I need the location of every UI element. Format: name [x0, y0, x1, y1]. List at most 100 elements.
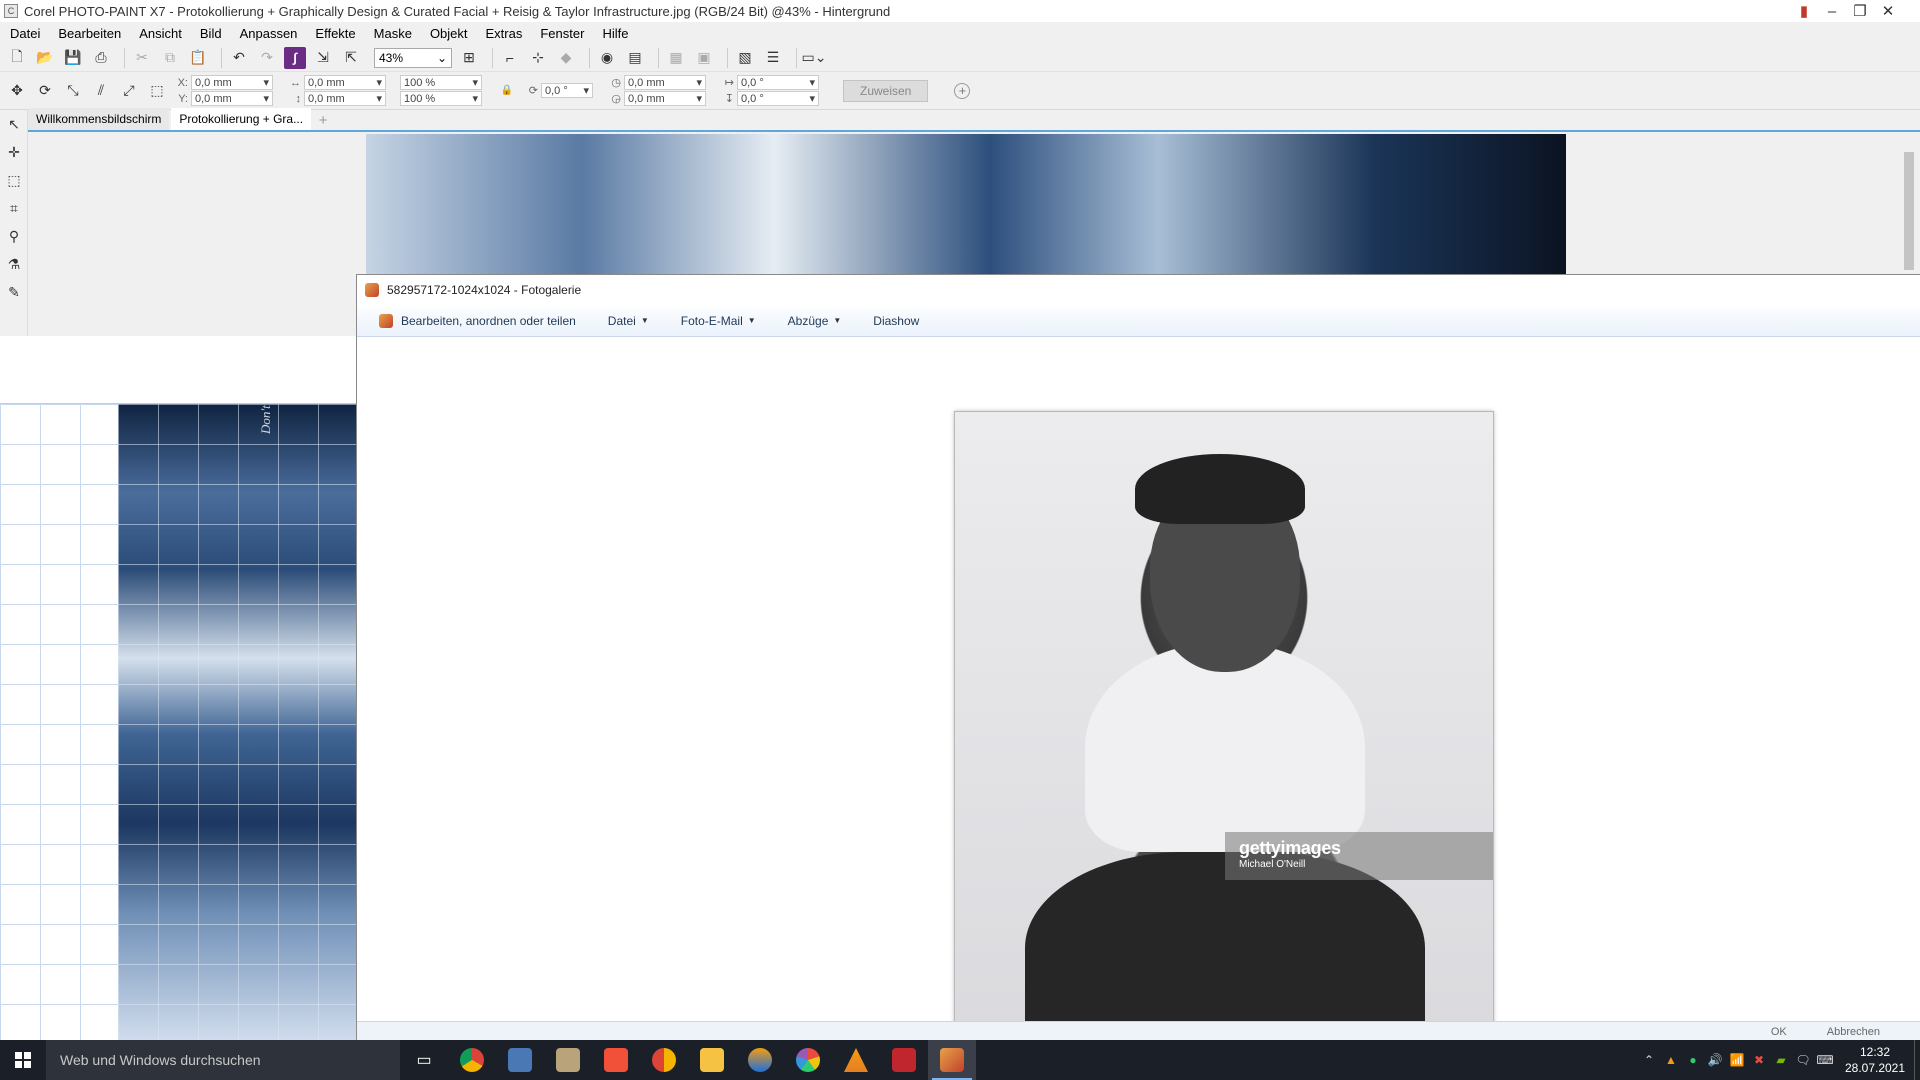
rotate-input[interactable]: 0,0 ° ▾ — [541, 83, 593, 98]
undo-icon[interactable]: ↶ — [228, 47, 250, 69]
corel-connect-icon[interactable]: ∫ — [284, 46, 306, 69]
print-icon[interactable]: ⎙ — [90, 47, 112, 69]
spinner-icon[interactable]: ▾ — [376, 92, 382, 105]
object-combine-icon[interactable]: ▣ — [693, 47, 715, 69]
spinner-icon[interactable]: ▾ — [263, 92, 269, 105]
import-icon[interactable]: ⇲ — [312, 47, 334, 69]
center-x-input[interactable]: 0,0 mm ▾ — [624, 75, 706, 90]
displayed-photo[interactable]: gettyimages Michael O'Neill 582957172 — [954, 411, 1494, 1077]
export-icon[interactable]: ⇱ — [340, 47, 362, 69]
corel-app-icon[interactable]: C — [4, 4, 18, 18]
show-desktop-button[interactable] — [1914, 1040, 1920, 1080]
menu-anpassen[interactable]: Anpassen — [240, 26, 298, 41]
menu-hilfe[interactable]: Hilfe — [602, 26, 628, 41]
open-folder-icon[interactable]: 📂 — [34, 47, 56, 69]
spinner-icon[interactable]: ▾ — [376, 76, 382, 89]
spinner-icon[interactable]: ▾ — [696, 92, 702, 105]
skew-x-input[interactable]: 0,0 ° ▾ — [737, 75, 819, 90]
taskbar-photo-app[interactable] — [544, 1040, 592, 1080]
taskbar-file-explorer[interactable] — [688, 1040, 736, 1080]
network-icon[interactable]: 📶 — [1726, 1053, 1748, 1067]
account-icon[interactable]: ▮ — [1790, 0, 1818, 22]
object-picker-icon[interactable]: ▦ — [665, 47, 687, 69]
taskbar-vlc[interactable] — [832, 1040, 880, 1080]
file-menu-button[interactable]: Datei ▼ — [608, 314, 649, 328]
menu-ansicht[interactable]: Ansicht — [139, 26, 182, 41]
skew-y-input[interactable]: 0,0 ° ▾ — [737, 91, 819, 106]
assign-button[interactable]: Zuweisen — [843, 79, 929, 102]
menu-fenster[interactable]: Fenster — [540, 26, 584, 41]
zoom-tool-icon[interactable]: ⚲ — [3, 228, 25, 250]
transform-tool-icon[interactable]: ✛ — [3, 144, 25, 166]
spinner-icon[interactable]: ▾ — [263, 76, 269, 89]
tab-welcome[interactable]: Willkommensbildschirm — [28, 108, 170, 130]
prints-button[interactable]: Abzüge ▼ — [788, 314, 842, 328]
spinner-icon[interactable]: ▾ — [583, 84, 589, 97]
snap-icon[interactable]: ◆ — [555, 47, 577, 69]
zoom-fit-icon[interactable]: ⊞ — [458, 47, 480, 69]
menu-objekt[interactable]: Objekt — [430, 26, 468, 41]
menu-effekte[interactable]: Effekte — [315, 26, 355, 41]
nvidia-tray-icon[interactable]: ▰ — [1770, 1053, 1792, 1067]
antivirus-tray-icon[interactable]: ✖ — [1748, 1053, 1770, 1067]
copy-icon[interactable]: ⧉ — [159, 47, 181, 69]
vlc-tray-icon[interactable]: ▲ — [1660, 1053, 1682, 1067]
scale-x-input[interactable]: 100 % ▾ — [400, 75, 482, 90]
eyedropper-tool-icon[interactable]: ⚗ — [3, 256, 25, 278]
y-position-input[interactable]: 0,0 mm ▾ — [191, 91, 273, 106]
launcher-icon[interactable]: ▭⌄ — [802, 47, 827, 69]
vertical-scrollbar[interactable] — [1898, 134, 1920, 274]
taskbar-photo-gallery[interactable] — [928, 1040, 976, 1080]
menu-maske[interactable]: Maske — [374, 26, 412, 41]
distort-transform-icon[interactable]: ⤢ — [118, 80, 140, 102]
taskbar-clock[interactable]: 12:32 28.07.2021 — [1840, 1044, 1910, 1076]
taskbar-camera-app[interactable] — [880, 1040, 928, 1080]
x-position-input[interactable]: 0,0 mm ▾ — [191, 75, 273, 90]
minimize-button[interactable]: – — [1818, 0, 1846, 22]
save-icon[interactable]: 💾 — [62, 47, 84, 69]
perspective-transform-icon[interactable]: ⬚ — [146, 80, 168, 102]
new-tab-icon[interactable]: + — [313, 110, 333, 130]
menu-datei[interactable]: Datei — [10, 26, 40, 41]
tab-current-document[interactable]: Protokollierung + Gra... — [171, 108, 312, 130]
scale-transform-icon[interactable]: ⤡ — [62, 80, 84, 102]
mask-visible-icon[interactable]: ◉ — [596, 47, 618, 69]
edit-organize-share-button[interactable]: Bearbeiten, anordnen oder teilen — [379, 313, 576, 328]
zoom-level-select[interactable]: 43% ⌄ — [374, 47, 452, 68]
center-y-input[interactable]: 0,0 mm ▾ — [624, 91, 706, 106]
menu-bearbeiten[interactable]: Bearbeiten — [58, 26, 121, 41]
spinner-icon[interactable]: ▾ — [809, 76, 815, 89]
taskbar-swift-app[interactable] — [592, 1040, 640, 1080]
keyboard-icon[interactable]: ⌨ — [1814, 1053, 1836, 1067]
scrollbar-thumb[interactable] — [1904, 152, 1914, 270]
paste-icon[interactable]: 📋 — [187, 47, 209, 69]
slideshow-button[interactable]: Diashow — [873, 314, 919, 328]
pick-tool-icon[interactable]: ↖ — [3, 116, 25, 138]
rectangle-mask-tool-icon[interactable]: ⬚ — [3, 172, 25, 194]
taskbar-chrome-alt[interactable] — [640, 1040, 688, 1080]
move-transform-icon[interactable]: ✥ — [6, 80, 28, 102]
guidelines-icon[interactable]: ⊹ — [527, 47, 549, 69]
ok-button[interactable]: OK — [1771, 1026, 1787, 1038]
document-image-top[interactable] — [366, 134, 1566, 274]
taskbar-picasa[interactable] — [784, 1040, 832, 1080]
maximize-button[interactable]: ❐ — [1846, 0, 1874, 22]
close-button[interactable]: ✕ — [1874, 0, 1902, 22]
action-center-icon[interactable]: 🗨 — [1792, 1053, 1814, 1067]
show-hidden-icons-icon[interactable]: ⌃ — [1638, 1053, 1660, 1067]
rotate-transform-icon[interactable]: ⟳ — [34, 80, 56, 102]
rulers-icon[interactable]: ⌐ — [499, 47, 521, 69]
crop-tool-icon[interactable]: ⌗ — [3, 200, 25, 222]
task-view-button[interactable]: ▭ — [400, 1040, 448, 1080]
height-input[interactable]: 0,0 mm ▾ — [304, 91, 386, 106]
taskbar-calculator-app[interactable] — [496, 1040, 544, 1080]
security-tray-icon[interactable]: ● — [1682, 1053, 1704, 1067]
spinner-icon[interactable]: ▾ — [696, 76, 702, 89]
cancel-button[interactable]: Abbrechen — [1827, 1026, 1880, 1038]
scale-y-input[interactable]: 100 % ▾ — [400, 91, 482, 106]
volume-icon[interactable]: 🔊 — [1704, 1053, 1726, 1067]
mask-overlay-icon[interactable]: ▤ — [624, 47, 646, 69]
taskbar-search-box[interactable]: Web und Windows durchsuchen — [46, 1040, 400, 1080]
width-input[interactable]: 0,0 mm ▾ — [304, 75, 386, 90]
redo-icon[interactable]: ↷ — [256, 47, 278, 69]
